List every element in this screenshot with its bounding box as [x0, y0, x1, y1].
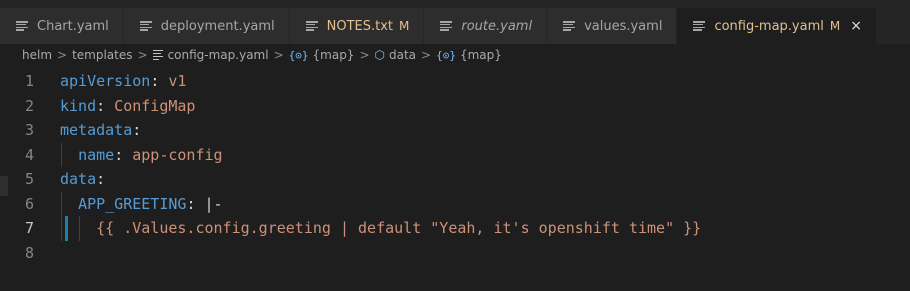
- current-line-marker: [65, 216, 68, 241]
- breadcrumb-label: {map}: [459, 48, 502, 62]
- line-number: 2: [24, 96, 34, 115]
- yaml-value: app-config: [123, 145, 223, 164]
- breadcrumb-label: {map}: [312, 48, 355, 62]
- modified-badge: M: [829, 19, 841, 33]
- code-line[interactable]: 2 kind: ConfigMap: [0, 94, 910, 119]
- cube-icon: ⬡: [374, 48, 385, 62]
- indent-guide: [61, 142, 62, 167]
- file-lines-icon: [693, 20, 706, 32]
- modified-badge: M: [399, 19, 410, 33]
- code-line[interactable]: 5 data:: [0, 167, 910, 192]
- breadcrumb-separator: >: [57, 48, 68, 62]
- tab-label: values.yaml: [584, 18, 663, 34]
- line-number: 4: [24, 145, 34, 164]
- tab-bar-empty-space: [876, 8, 910, 44]
- yaml-colon: :: [96, 96, 106, 115]
- tab-notes-txt[interactable]: NOTES.txt M: [289, 8, 425, 44]
- breadcrumb-separator: >: [273, 48, 284, 62]
- code-text: data:: [60, 167, 105, 192]
- code-text: kind: ConfigMap: [60, 94, 195, 119]
- code-line[interactable]: 3 metadata:: [0, 118, 910, 143]
- breadcrumb-item-templates[interactable]: templates: [72, 48, 132, 62]
- breadcrumb-label: config-map.yaml: [167, 48, 269, 62]
- object-symbol-icon: {⊙}: [288, 48, 309, 62]
- close-icon[interactable]: ×: [850, 19, 862, 33]
- file-lines-icon: [440, 20, 453, 32]
- breadcrumb-label: data: [389, 48, 417, 62]
- yaml-key: APP_GREETING: [78, 194, 187, 213]
- tab-deployment-yaml[interactable]: deployment.yaml: [123, 8, 290, 44]
- yaml-value: v1: [159, 72, 187, 90]
- file-lines-icon: [139, 20, 152, 32]
- yaml-key: kind: [60, 96, 97, 115]
- yaml-key: metadata: [60, 121, 133, 139]
- title-bar: [0, 0, 910, 8]
- yaml-value: |-: [195, 194, 223, 213]
- yaml-key: name: [78, 145, 115, 164]
- code-line[interactable]: 7 {{ .Values.config.greeting | default "…: [0, 216, 910, 241]
- file-lines-icon: [152, 50, 163, 60]
- tab-route-yaml[interactable]: route.yaml: [424, 8, 548, 44]
- code-line[interactable]: 4 name: app-config: [0, 142, 910, 167]
- indent-guide: [61, 191, 62, 216]
- activity-indicator: [0, 176, 8, 196]
- file-lines-icon: [305, 20, 318, 32]
- yaml-key: apiVersion: [60, 72, 151, 90]
- yaml-colon: :: [132, 121, 142, 139]
- breadcrumb-item-helm[interactable]: helm: [22, 48, 52, 62]
- tab-bar: Chart.yaml deployment.yaml NOTES.txt Mroute…: [0, 8, 910, 44]
- code-text: {{ .Values.config.greeting | default "Ye…: [60, 216, 701, 241]
- yaml-value: ConfigMap: [105, 96, 196, 115]
- yaml-key: data: [60, 170, 97, 188]
- editor-window: Chart.yaml deployment.yaml NOTES.txt Mroute…: [0, 0, 910, 291]
- code-text: APP_GREETING: |-: [60, 191, 223, 216]
- breadcrumb-label: templates: [72, 48, 133, 62]
- breadcrumb-separator: >: [137, 48, 148, 62]
- indent-guide: [61, 216, 62, 241]
- yaml-colon: :: [114, 145, 124, 164]
- breadcrumb-item-data[interactable]: ⬡ data: [375, 48, 417, 62]
- breadcrumb-item-map[interactable]: {⊙} {map}: [289, 48, 355, 62]
- code-line[interactable]: 8: [0, 241, 910, 266]
- yaml-value: {{ .Values.config.greeting | default "Ye…: [96, 219, 702, 237]
- file-lines-icon: [16, 20, 28, 32]
- code-line[interactable]: 1 apiVersion: v1: [0, 69, 910, 94]
- code-text: apiVersion: v1: [60, 69, 186, 94]
- tab-label: config-map.yaml: [714, 18, 824, 34]
- code-editor[interactable]: 1 apiVersion: v1 2 kind: ConfigMap 3 metadata…: [0, 66, 910, 265]
- line-number: 1: [24, 72, 34, 90]
- tab-config-map-yaml[interactable]: config-map.yaml M ×: [677, 8, 877, 44]
- line-number: 5: [24, 170, 34, 188]
- line-number: 7: [24, 219, 34, 237]
- yaml-colon: :: [150, 72, 160, 90]
- code-text: metadata:: [60, 118, 141, 143]
- tab-label: route.yaml: [461, 18, 533, 34]
- yaml-colon: :: [96, 170, 106, 188]
- breadcrumb-label: helm: [22, 48, 53, 62]
- object-symbol-icon: {⊙}: [436, 48, 456, 62]
- tab-label: Chart.yaml: [37, 18, 109, 34]
- line-number: 6: [24, 194, 34, 213]
- file-lines-icon: [563, 20, 576, 32]
- breadcrumb-item-map[interactable]: {⊙} {map}: [436, 48, 502, 62]
- code-text: name: app-config: [60, 142, 223, 167]
- tab-label: NOTES.txt: [326, 18, 394, 34]
- line-number: 8: [24, 243, 34, 262]
- breadcrumb: helm > templates > config-map.yaml > {⊙} {map} >…: [0, 44, 910, 66]
- breadcrumb-item-config-map-yaml[interactable]: config-map.yaml: [152, 48, 269, 62]
- line-number: 3: [24, 121, 34, 139]
- breadcrumb-separator: >: [421, 48, 432, 62]
- breadcrumb-separator: >: [359, 48, 370, 62]
- tab-chart-yaml[interactable]: Chart.yaml: [0, 8, 124, 44]
- code-line[interactable]: 6 APP_GREETING: |-: [0, 191, 910, 216]
- tab-values-yaml[interactable]: values.yaml: [547, 8, 678, 44]
- indent-guide: [79, 216, 81, 241]
- tab-label: deployment.yaml: [160, 18, 275, 34]
